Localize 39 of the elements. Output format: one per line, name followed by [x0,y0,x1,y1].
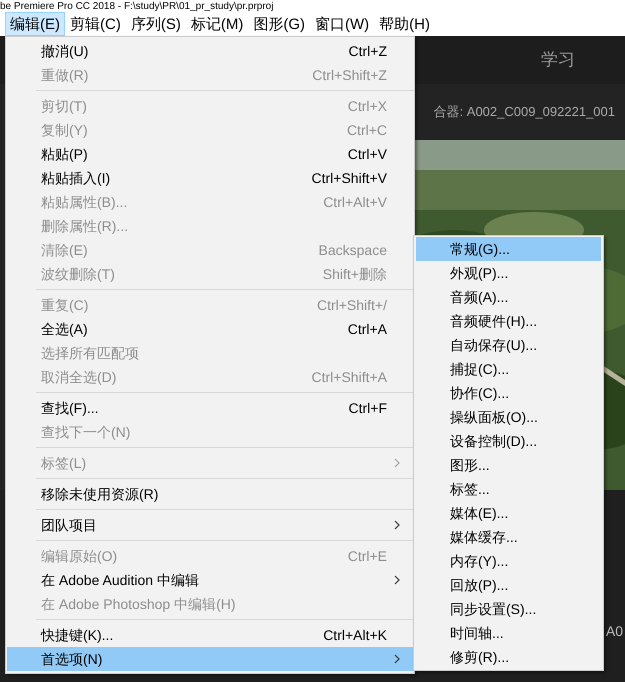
menu-bar-item[interactable]: 编辑(E) [5,12,65,36]
menu-item[interactable]: 粘贴(P) Ctrl+V [7,142,413,166]
menu-bar-item[interactable]: 图形(G) [248,12,310,36]
menu-bar-item[interactable]: 序列(S) [126,12,186,36]
menu-item[interactable]: 自动保存(U)... [416,333,601,357]
menu-item[interactable]: 媒体(E)... [416,501,601,525]
menu-item[interactable]: 团队项目 [7,513,413,537]
menu-bar-item[interactable]: 窗口(W) [310,12,374,36]
source-label: 合器: A002_C009_092221_001 [434,103,615,122]
menu-item[interactable]: 标签... [416,477,601,501]
menu-item[interactable]: 全选(A) Ctrl+A [7,317,413,341]
menu-item[interactable]: 捕捉(C)... [416,357,601,381]
menu-item[interactable]: 操纵面板(O)... [416,405,601,429]
menu-item[interactable]: 外观(P)... [416,261,601,285]
menu-item[interactable]: 快捷键(K)... Ctrl+Alt+K [7,623,413,647]
clip-label: A0 [606,622,623,641]
menu-item[interactable]: 常规(G)... [416,237,601,261]
menu-item[interactable]: 时间轴... [416,621,601,645]
menu-bar-item[interactable]: 标记(M) [186,12,248,36]
menu-bar-item[interactable]: 帮助(H) [374,12,435,36]
menu-item[interactable]: 同步设置(S)... [416,597,601,621]
menu-item[interactable]: 音频硬件(H)... [416,309,601,333]
menu-item[interactable]: 首选项(N) [7,647,413,671]
menu-item[interactable]: 修剪(R)... [416,645,601,669]
workspace-tab[interactable]: 学习 [541,47,575,73]
menu-item[interactable]: 查找(F)... Ctrl+F [7,396,413,420]
menu-item[interactable]: 移除未使用资源(R) [7,482,413,506]
window-title: be Premiere Pro CC 2018 - F:\study\PR\01_pr_study\pr.prproj [0,1,274,12]
menu-item[interactable]: 音频(A)... [416,285,601,309]
menu-item[interactable]: 撤消(U) Ctrl+Z [7,39,413,63]
menu-item[interactable]: 协作(C)... [416,381,601,405]
menu-item[interactable]: 媒体缓存... [416,525,601,549]
menu-item[interactable]: 回放(P)... [416,573,601,597]
menu-item[interactable]: 内存(Y)... [416,549,601,573]
menu-item[interactable]: 在 Adobe Audition 中编辑 [7,568,413,592]
menu-item[interactable]: 图形... [416,453,601,477]
menu-item[interactable]: 设备控制(D)... [416,429,601,453]
menu-bar-item[interactable]: 剪辑(C) [65,12,126,36]
menu-item[interactable]: 粘贴插入(I) Ctrl+Shift+V [7,166,413,190]
